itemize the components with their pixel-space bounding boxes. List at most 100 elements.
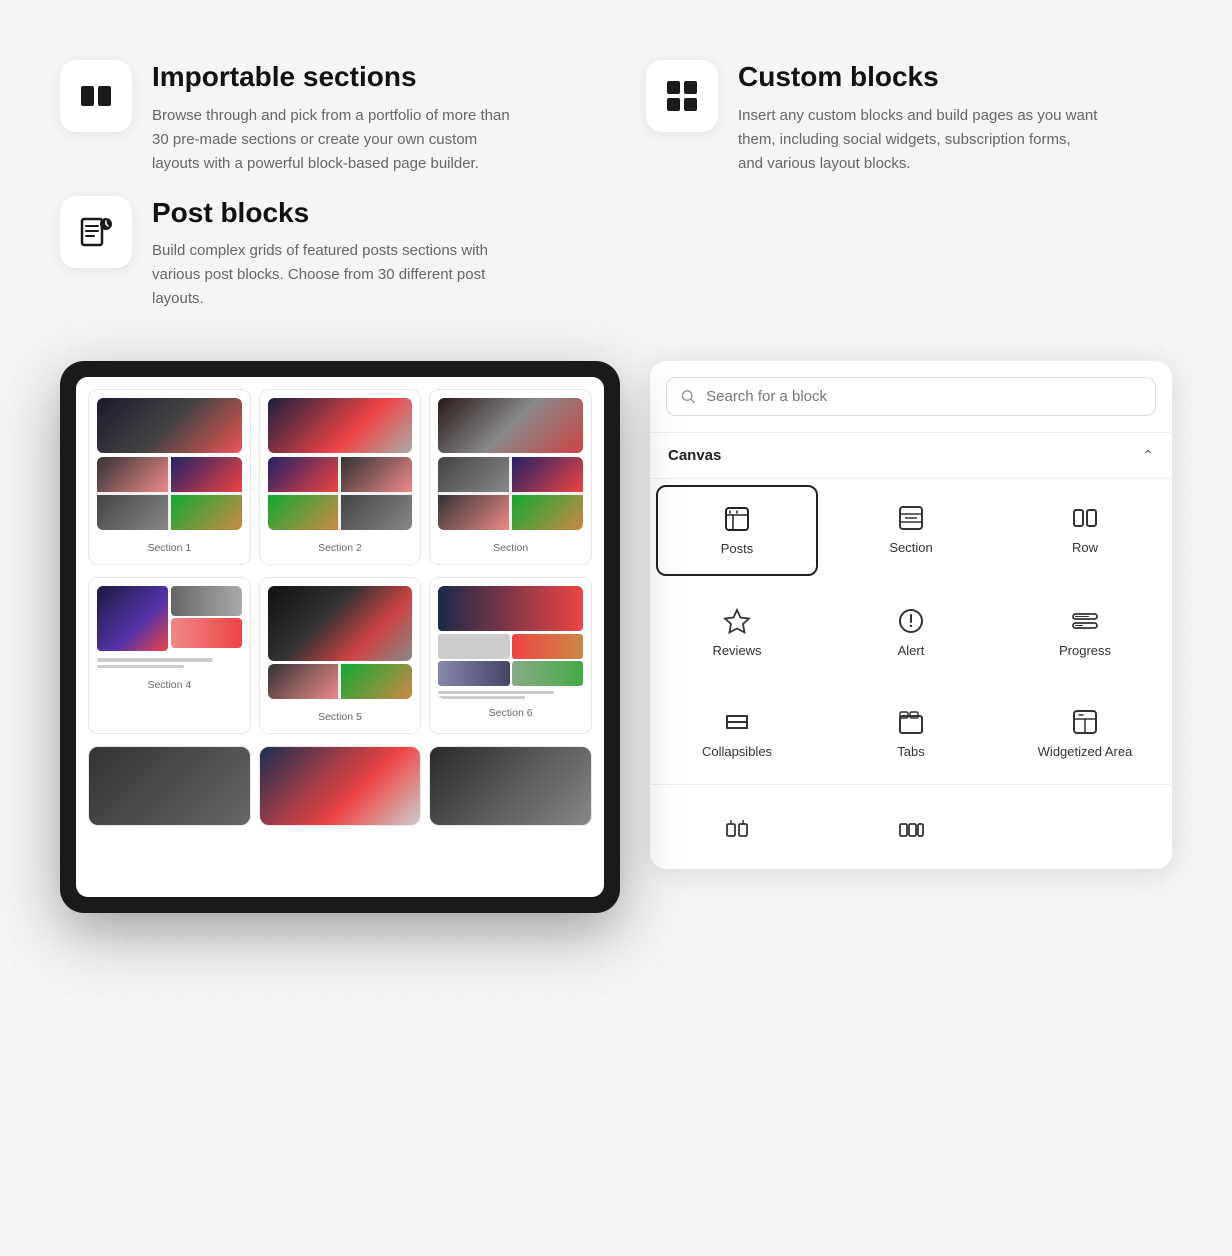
section-2-label: Section 2 — [268, 540, 413, 556]
s6-thumb-grid — [438, 634, 583, 686]
section-1-thumbs — [97, 457, 242, 530]
blocks-grid: Posts Section — [650, 479, 1172, 784]
thumb-2 — [171, 457, 242, 492]
section-2-hero — [268, 398, 413, 453]
feature-custom-blocks: Custom blocks Insert any custom blocks a… — [646, 60, 1172, 176]
block-item-alert[interactable]: Alert — [830, 588, 992, 677]
extra-block-icon-2 — [897, 816, 925, 844]
partial-card-9[interactable] — [429, 746, 592, 826]
progress-icon — [1071, 607, 1099, 635]
section-6-label: Section 6 — [438, 705, 583, 721]
custom-blocks-title: Custom blocks — [738, 60, 1098, 94]
s6-t2 — [512, 634, 583, 659]
custom-blocks-text: Custom blocks Insert any custom blocks a… — [738, 60, 1098, 176]
feature-post-blocks: Post blocks Build complex grids of featu… — [60, 196, 586, 312]
tablet-screen: Section 1 — [76, 377, 604, 897]
importable-sections-desc: Browse through and pick from a portfolio… — [152, 104, 512, 176]
post-blocks-icon-box — [60, 196, 132, 268]
section-1-image — [97, 398, 242, 534]
section-card-3[interactable]: Section — [429, 389, 592, 565]
s4-text-1 — [97, 658, 213, 662]
block-item-posts[interactable]: Posts — [656, 485, 818, 576]
block-item-progress[interactable]: Progress — [1004, 588, 1166, 677]
collapsibles-label: Collapsibles — [702, 744, 772, 759]
section-3-image — [438, 398, 583, 534]
s6-txt-2 — [438, 696, 525, 699]
s6-t3 — [438, 661, 509, 686]
posts-icon — [723, 505, 751, 533]
alert-label: Alert — [898, 643, 925, 658]
alert-icon — [897, 607, 925, 635]
s6-text-rows — [438, 691, 583, 699]
blocks-grid-2 — [650, 784, 1172, 869]
thumb-4 — [171, 495, 242, 530]
s4-text-2 — [97, 665, 184, 668]
s3-thumb-2 — [512, 457, 583, 492]
sections-row-1: Section 1 — [76, 377, 604, 577]
s4-side-1 — [171, 586, 242, 616]
importable-sections-title: Importable sections — [152, 60, 512, 94]
sections-row-2: Section 4 — [76, 577, 604, 746]
chevron-up-icon[interactable]: ⌃ — [1142, 447, 1154, 464]
row-label: Row — [1072, 540, 1098, 555]
s5-thumb-1 — [268, 664, 339, 699]
feature-importable-sections: Importable sections Browse through and p… — [60, 60, 586, 176]
search-icon — [681, 389, 696, 405]
section-4-layout — [97, 586, 242, 651]
section-2-image — [268, 398, 413, 534]
block-item-widgetized-area[interactable]: Widgetized Area — [1004, 689, 1166, 778]
section-card-5[interactable]: Section 5 — [259, 577, 422, 734]
extra-block-icon-1 — [723, 816, 751, 844]
tablet-mockup: Section 1 — [60, 361, 620, 913]
section-2-thumbs — [268, 457, 413, 530]
partial-card-8[interactable] — [259, 746, 422, 826]
partial-9-content — [430, 747, 591, 825]
post-blocks-text: Post blocks Build complex grids of featu… — [152, 196, 512, 312]
s5-thumb-2 — [341, 664, 412, 699]
post-blocks-desc: Build complex grids of featured posts se… — [152, 239, 512, 311]
block-item-tabs[interactable]: Tabs — [830, 689, 992, 778]
section-1-label: Section 1 — [97, 540, 242, 556]
partial-8-content — [260, 747, 421, 825]
importable-sections-icon-box — [60, 60, 132, 132]
block-item-section[interactable]: Section — [830, 485, 992, 576]
block-item-reviews[interactable]: Reviews — [656, 588, 818, 677]
block-item-row[interactable]: Row — [1004, 485, 1166, 576]
features-grid: Importable sections Browse through and p… — [60, 60, 1172, 311]
block-item-collapsibles[interactable]: Collapsibles — [656, 689, 818, 778]
s6-hero — [438, 586, 583, 631]
s2-thumb-1 — [268, 457, 339, 492]
reviews-label: Reviews — [712, 643, 761, 658]
tablet-frame: Section 1 — [60, 361, 620, 913]
s4-side-2 — [171, 618, 242, 648]
block-picker-panel: Canvas ⌃ Posts — [650, 361, 1172, 869]
block-item-extra-2[interactable] — [830, 797, 992, 863]
tabs-icon — [897, 708, 925, 736]
section-card-1[interactable]: Section 1 — [88, 389, 251, 565]
search-input-wrapper[interactable] — [666, 377, 1156, 416]
row-icon — [1071, 504, 1099, 532]
section-card-6[interactable]: Section 6 — [429, 577, 592, 734]
block-item-extra-1[interactable] — [656, 797, 818, 863]
grid-icon — [664, 78, 700, 114]
page-wrapper: Importable sections Browse through and p… — [0, 0, 1232, 953]
section-card-4[interactable]: Section 4 — [88, 577, 251, 734]
s4-text-rows — [97, 655, 242, 671]
section-3-hero — [438, 398, 583, 453]
section-6-layout — [438, 586, 583, 699]
search-section — [650, 361, 1172, 433]
section-6-image — [438, 586, 583, 699]
bottom-section: Section 1 — [60, 361, 1172, 913]
section-5-thumbs — [268, 664, 413, 699]
search-input[interactable] — [706, 388, 1141, 405]
canvas-header: Canvas ⌃ — [650, 433, 1172, 479]
section-4-image — [97, 586, 242, 671]
s3-thumb-1 — [438, 457, 509, 492]
partial-card-7[interactable] — [88, 746, 251, 826]
tabs-label: Tabs — [897, 744, 924, 759]
section-3-label: Section — [438, 540, 583, 556]
section-5-label: Section 5 — [268, 709, 413, 725]
post-blocks-title: Post blocks — [152, 196, 512, 230]
section-3-thumbs — [438, 457, 583, 530]
section-card-2[interactable]: Section 2 — [259, 389, 422, 565]
